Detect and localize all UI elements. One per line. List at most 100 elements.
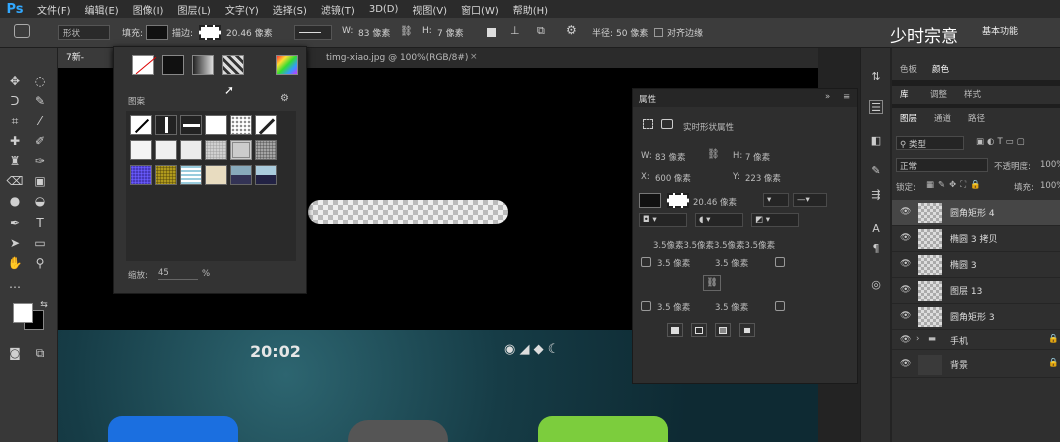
gradient-swatch[interactable] (192, 55, 214, 75)
pattern-tile[interactable] (205, 165, 227, 185)
clone-source-icon[interactable]: ⇶ (869, 188, 883, 202)
prop-x-value[interactable]: 600 像素 (655, 172, 691, 184)
eraser-icon[interactable]: ⌫ (5, 172, 25, 190)
color-picker-icon[interactable] (276, 55, 298, 75)
pattern-tile-photo[interactable] (230, 165, 252, 185)
tab-iphone[interactable]: 7新-iPhone (58, 48, 118, 83)
path-subtract-icon[interactable] (691, 323, 707, 337)
pattern-tile[interactable] (255, 140, 277, 160)
path-combine-icon[interactable] (667, 323, 683, 337)
screen-mode-icon[interactable]: ⧉ (30, 344, 50, 362)
close-tab-icon[interactable]: × (470, 52, 478, 62)
hand-icon[interactable]: ✋ (5, 254, 25, 272)
layer-row[interactable]: 👁 图层 13 (892, 278, 1060, 304)
crop-icon[interactable]: ⌗ (5, 112, 25, 130)
h-value[interactable]: 7 像素 (437, 26, 464, 39)
pattern-tile[interactable] (230, 140, 252, 160)
no-fill-swatch[interactable] (132, 55, 157, 75)
corner-bl-value[interactable]: 3.5 像素 (657, 301, 690, 313)
pattern-tile[interactable] (180, 140, 202, 160)
fill-value-layers[interactable]: 100% (1040, 181, 1060, 191)
more-tools-icon[interactable]: ⋯ (5, 278, 25, 296)
brush-settings-icon[interactable]: ✎ (869, 164, 883, 178)
pattern-tile[interactable] (155, 115, 177, 135)
blur-icon[interactable]: ● (5, 192, 25, 210)
radius-value[interactable]: 50 像素 (616, 26, 648, 39)
tab-adjustments[interactable]: 调整 (930, 88, 947, 100)
menu-filter[interactable]: 滤镜(T) (314, 2, 362, 17)
layer-row[interactable]: 👁 背景 🔒 (892, 352, 1060, 378)
scale-input[interactable]: 45 (158, 267, 198, 280)
layer-name[interactable]: 圆角矩形 3 (950, 310, 995, 323)
foreground-color-swatch[interactable] (13, 303, 33, 323)
menu-3d[interactable]: 3D(D) (362, 4, 406, 15)
lasso-icon[interactable]: ᑐ (5, 92, 25, 110)
pattern-tile[interactable] (205, 115, 227, 135)
solid-color-swatch[interactable] (162, 55, 184, 75)
visibility-eye-icon[interactable]: 👁 (900, 360, 911, 369)
visibility-eye-icon[interactable]: 👁 (900, 234, 911, 243)
zoom-icon[interactable]: ⚲ (30, 254, 50, 272)
pattern-tile[interactable] (180, 165, 202, 185)
history-icon[interactable]: ⇅ (869, 70, 883, 84)
layer-name[interactable]: 图层 13 (950, 284, 982, 297)
rectangle-shape-icon[interactable]: ▭ (30, 234, 50, 252)
prop-y-value[interactable]: 223 像素 (745, 172, 781, 184)
layer-row[interactable]: 👁 圆角矩形 4 (892, 200, 1060, 226)
menu-image[interactable]: 图像(I) (126, 2, 171, 17)
rounded-rect-shape[interactable] (308, 200, 508, 224)
type-icon[interactable]: T (30, 214, 50, 232)
collapse-icon[interactable]: » (825, 92, 830, 102)
visibility-eye-icon[interactable]: 👁 (900, 208, 911, 217)
corner-tl-value[interactable]: 3.5 像素 (657, 257, 690, 269)
pen-icon[interactable]: ✒ (5, 214, 25, 232)
dodge-icon[interactable]: ◒ (30, 192, 50, 210)
paragraph-icon[interactable]: ¶ (869, 242, 883, 256)
blend-mode-select[interactable]: 正常 (896, 158, 988, 172)
layer-group-row[interactable]: 👁 › ▬ 手机 🔒 (892, 330, 1060, 350)
menu-help[interactable]: 帮助(H) (506, 2, 555, 17)
pattern-tile-photo[interactable] (255, 165, 277, 185)
layer-name[interactable]: 椭圆 3 拷贝 (950, 232, 997, 245)
character-icon[interactable]: A (869, 222, 883, 236)
link-corners-button[interactable]: ⛓ (703, 275, 721, 291)
menu-file[interactable]: 文件(F) (30, 2, 78, 17)
layer-filter-select[interactable]: ⚲ 类型 (896, 136, 964, 150)
layer-filter-icons[interactable]: ▣◐T▭▢ (976, 137, 1028, 147)
tab-timg-xiao[interactable]: timg-xiao.jpg @ 100%(RGB/8#) (318, 48, 476, 68)
brush-icon[interactable]: ✐ (30, 132, 50, 150)
pattern-tile[interactable] (130, 115, 152, 135)
move-tool-icon[interactable]: ✥ (5, 72, 25, 90)
pattern-tile[interactable] (130, 140, 152, 160)
visibility-eye-icon[interactable]: 👁 (900, 260, 911, 269)
path-arrangement-icon[interactable]: ⧉ (537, 24, 545, 38)
gear-icon[interactable]: ⚙ (566, 23, 577, 37)
pattern-tile[interactable] (205, 140, 227, 160)
pattern-swatch[interactable] (222, 55, 244, 75)
visibility-eye-icon[interactable]: 👁 (900, 286, 911, 295)
ellipse-marquee-icon[interactable]: ◌ (30, 72, 50, 90)
stroke-align-select[interactable]: ◘ ▾ (639, 213, 687, 227)
pattern-tile[interactable] (155, 140, 177, 160)
corner-br-value[interactable]: 3.5 像素 (715, 301, 748, 313)
tab-libraries[interactable]: 库 (900, 88, 909, 100)
prop-w-value[interactable]: 83 像素 (655, 151, 686, 163)
prop-h-value[interactable]: 7 像素 (745, 151, 770, 163)
menu-type[interactable]: 文字(Y) (218, 2, 266, 17)
layer-row[interactable]: 👁 椭圆 3 (892, 252, 1060, 278)
menu-window[interactable]: 窗口(W) (454, 2, 506, 17)
menu-edit[interactable]: 编辑(E) (78, 2, 126, 17)
link-icon[interactable]: ⛓ (400, 26, 413, 37)
prop-stroke-style-dropdown[interactable]: —▾ (793, 193, 827, 207)
pattern-tile[interactable] (155, 165, 177, 185)
panel-menu-icon[interactable]: ≡ (843, 92, 850, 102)
pattern-tile[interactable] (130, 165, 152, 185)
tab-styles[interactable]: 样式 (964, 88, 981, 100)
prop-stroke-size-dropdown[interactable]: ▾ (763, 193, 789, 207)
layer-row[interactable]: 👁 椭圆 3 拷贝 (892, 226, 1060, 252)
tab-layers[interactable]: 图层 (900, 112, 917, 124)
path-intersect-icon[interactable] (715, 323, 731, 337)
fill-swatch[interactable] (146, 25, 168, 40)
expand-chevron-icon[interactable]: › (916, 334, 919, 344)
adjustments-icon[interactable]: ◧ (869, 134, 883, 148)
